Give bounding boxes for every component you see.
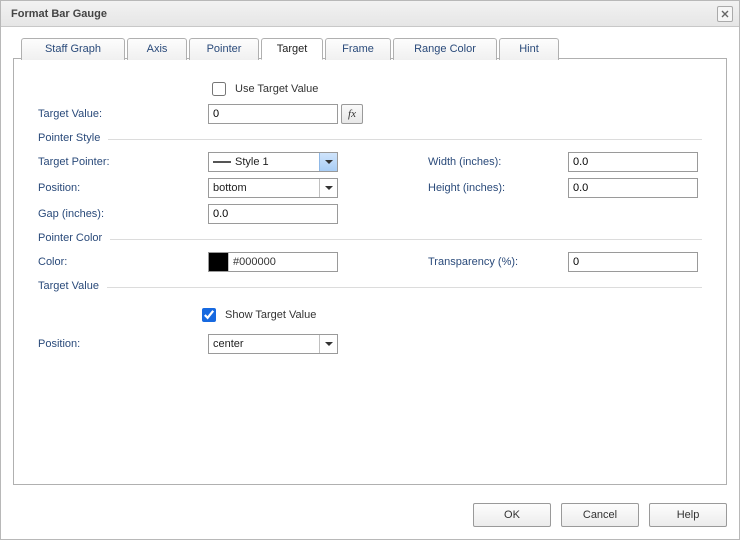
pointer-style-section: Pointer Style	[38, 127, 702, 149]
target-pointer-label: Target Pointer:	[38, 156, 208, 168]
close-icon[interactable]	[717, 6, 733, 22]
tab-frame[interactable]: Frame	[325, 38, 391, 60]
target-pointer-combo[interactable]: Style 1	[208, 152, 338, 172]
ok-button[interactable]: OK	[473, 503, 551, 527]
position2-label: Position:	[38, 338, 208, 350]
width-input[interactable]	[568, 152, 698, 172]
use-target-value-row: Use Target Value	[208, 77, 702, 101]
target-value-row: Target Value: fx	[38, 101, 702, 127]
use-target-value-checkbox[interactable]	[212, 82, 226, 96]
show-target-value-row: Show Target Value	[198, 303, 702, 327]
pointer-color-section: Pointer Color	[38, 227, 702, 249]
transparency-input[interactable]	[568, 252, 698, 272]
show-target-value-checkbox[interactable]	[202, 308, 216, 322]
height-label: Height (inches):	[398, 182, 568, 194]
gap-input[interactable]	[208, 204, 338, 224]
titlebar: Format Bar Gauge	[1, 1, 739, 27]
tab-pointer[interactable]: Pointer	[189, 38, 259, 60]
color-label: Color:	[38, 256, 208, 268]
cancel-button[interactable]: Cancel	[561, 503, 639, 527]
use-target-value-label: Use Target Value	[235, 83, 318, 95]
format-bar-gauge-dialog: Format Bar Gauge Staff Graph Axis Pointe…	[0, 0, 740, 540]
color-picker[interactable]: #000000	[208, 252, 338, 272]
width-label: Width (inches):	[398, 156, 568, 168]
transparency-label: Transparency (%):	[398, 256, 568, 268]
position1-label: Position:	[38, 182, 208, 194]
tab-hint[interactable]: Hint	[499, 38, 559, 60]
fx-button[interactable]: fx	[341, 104, 363, 124]
help-button[interactable]: Help	[649, 503, 727, 527]
dialog-body: Staff Graph Axis Pointer Target Frame Ra…	[1, 27, 739, 493]
target-value-label: Target Value:	[38, 108, 208, 120]
style-preview-icon	[213, 161, 231, 163]
show-target-value-label: Show Target Value	[225, 309, 316, 321]
chevron-down-icon	[325, 160, 333, 164]
tab-axis[interactable]: Axis	[127, 38, 187, 60]
chevron-down-icon	[325, 342, 333, 346]
chevron-down-icon	[325, 186, 333, 190]
position1-combo[interactable]: bottom	[208, 178, 338, 198]
window-title: Format Bar Gauge	[11, 8, 717, 20]
target-value-input[interactable]	[208, 104, 338, 124]
tabstrip: Staff Graph Axis Pointer Target Frame Ra…	[13, 37, 727, 59]
tab-staff-graph[interactable]: Staff Graph	[21, 38, 125, 60]
position2-combo[interactable]: center	[208, 334, 338, 354]
target-value-section: Target Value	[38, 275, 702, 297]
tab-target[interactable]: Target	[261, 38, 323, 60]
target-panel: Use Target Value Target Value: fx Pointe…	[13, 58, 727, 485]
color-swatch-icon	[209, 253, 229, 271]
tab-range-color[interactable]: Range Color	[393, 38, 497, 60]
height-input[interactable]	[568, 178, 698, 198]
dialog-buttons: OK Cancel Help	[1, 493, 739, 539]
gap-label: Gap (inches):	[38, 208, 208, 220]
